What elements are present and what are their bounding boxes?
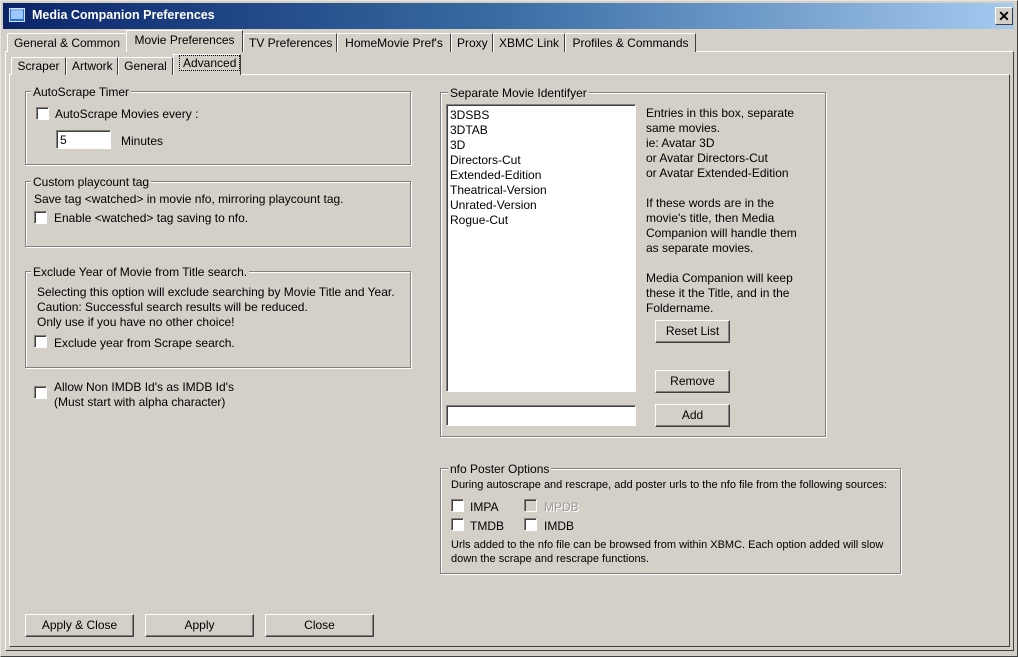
reset-list-button[interactable]: Reset List (655, 320, 730, 343)
exclude-year-line3: Only use if you have no other choice! (37, 315, 235, 329)
exclude-year-line2: Caution: Successful search results will … (37, 300, 308, 314)
app-window-icon (9, 8, 25, 22)
watched-tag-label: Enable <watched> tag saving to nfo. (54, 211, 249, 225)
exclude-year-legend: Exclude Year of Movie from Title search. (31, 265, 250, 279)
apply-button[interactable]: Apply (145, 614, 254, 637)
help-line: same movies. (646, 121, 721, 135)
apply-close-button[interactable]: Apply & Close (25, 614, 134, 637)
help-line: or Avatar Extended-Edition (646, 166, 789, 180)
non-imdb-label-line1: Allow Non IMDB Id's as IMDB Id's (54, 380, 234, 394)
title-bar[interactable]: Media Companion Preferences ✕ (3, 3, 1014, 29)
window-title: Media Companion Preferences (32, 8, 215, 22)
help-line: or Avatar Directors-Cut (646, 151, 768, 165)
impa-checkbox[interactable] (451, 499, 464, 512)
separate-movie-help: Entries in this box, separate same movie… (646, 106, 818, 316)
help-line: Foldername. (646, 301, 714, 315)
mpdb-checkbox (524, 499, 537, 512)
help-line: Entries in this box, separate (646, 106, 795, 120)
help-line (646, 256, 818, 271)
list-item[interactable]: 3DTAB (449, 123, 633, 138)
separate-movie-listbox[interactable]: 3DSBS 3DTAB 3D Directors-Cut Extended-Ed… (446, 104, 636, 392)
help-line: these it the Title, and in the (646, 286, 790, 300)
minutes-label: Minutes (121, 134, 164, 148)
help-line: If these words are in the (646, 196, 775, 210)
nfo-poster-legend: nfo Poster Options (448, 462, 552, 476)
impa-label: IMPA (470, 500, 499, 514)
subtab-general[interactable]: General (118, 57, 173, 75)
new-entry-input[interactable] (446, 405, 636, 426)
help-line: Media Companion will keep (646, 271, 793, 285)
autoscrape-legend: AutoScrape Timer (31, 85, 132, 99)
tmdb-label: TMDB (470, 519, 504, 533)
close-icon: ✕ (998, 8, 1010, 24)
subtab-advanced[interactable]: Advanced (173, 54, 241, 75)
exclude-year-label: Exclude year from Scrape search. (54, 336, 235, 350)
help-line: Companion will handle them (646, 226, 797, 240)
non-imdb-label-line2: (Must start with alpha character) (54, 395, 226, 409)
exclude-year-checkbox[interactable] (34, 335, 47, 348)
subtab-scraper[interactable]: Scraper (11, 57, 66, 75)
playcount-legend: Custom playcount tag (31, 175, 152, 189)
autoscrape-label: AutoScrape Movies every : (55, 107, 199, 121)
nfo-poster-note-line2: down the scrape and rescrape functions. (451, 553, 650, 565)
tmdb-checkbox[interactable] (451, 518, 464, 531)
help-line (646, 181, 818, 196)
add-button[interactable]: Add (655, 404, 730, 427)
list-item[interactable]: Unrated-Version (449, 198, 633, 213)
list-item[interactable]: Directors-Cut (449, 153, 633, 168)
tab-proxy[interactable]: Proxy (451, 33, 493, 52)
exclude-year-line1: Selecting this option will exclude searc… (37, 285, 395, 299)
tab-homemovie-prefs[interactable]: HomeMovie Pref's (337, 33, 451, 52)
list-item[interactable]: Rogue-Cut (449, 213, 633, 228)
close-button[interactable]: Close (265, 614, 374, 637)
separate-movie-legend: Separate Movie Identifyer (448, 86, 589, 100)
help-line: ie: Avatar 3D (646, 136, 715, 150)
autoscrape-minutes-input[interactable] (56, 130, 111, 149)
watched-tag-checkbox[interactable] (34, 211, 47, 224)
list-item[interactable]: Extended-Edition (449, 168, 633, 183)
tab-profiles-commands[interactable]: Profiles & Commands (565, 33, 696, 52)
imdb-checkbox[interactable] (524, 518, 537, 531)
autoscrape-checkbox[interactable] (36, 107, 49, 120)
tab-general-common[interactable]: General & Common (7, 33, 127, 52)
close-window-button[interactable]: ✕ (995, 7, 1013, 25)
list-item[interactable]: 3D (449, 138, 633, 153)
autoscrape-group (25, 91, 411, 165)
subtab-artwork[interactable]: Artwork (66, 57, 118, 75)
tab-xbmc-link[interactable]: XBMC Link (493, 33, 565, 52)
tab-movie-preferences[interactable]: Movie Preferences (126, 30, 243, 52)
nfo-poster-note-line1: Urls added to the nfo file can be browse… (451, 539, 884, 551)
imdb-label: IMDB (544, 519, 574, 533)
non-imdb-checkbox[interactable] (34, 386, 47, 399)
tab-tv-preferences[interactable]: TV Preferences (243, 33, 337, 52)
list-item[interactable]: 3DSBS (449, 108, 633, 123)
playcount-description: Save tag <watched> in movie nfo, mirrori… (34, 192, 344, 206)
nfo-poster-description: During autoscrape and rescrape, add post… (451, 479, 887, 491)
help-line: movie's title, then Media (646, 211, 775, 225)
list-item[interactable]: Theatrical-Version (449, 183, 633, 198)
help-line: as separate movies. (646, 241, 754, 255)
mpdb-label: MPDB (544, 500, 579, 514)
remove-button[interactable]: Remove (655, 370, 730, 393)
